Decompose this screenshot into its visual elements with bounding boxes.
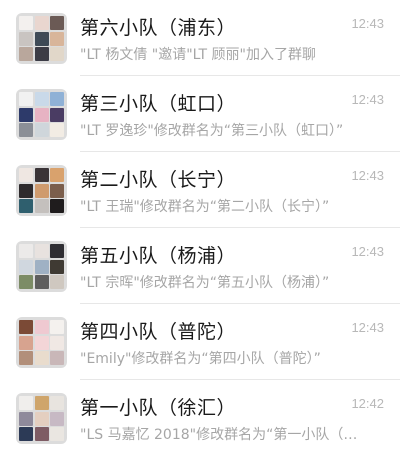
member-avatar-tile	[19, 199, 33, 213]
member-avatar-tile	[50, 244, 64, 258]
member-avatar-tile	[50, 427, 64, 441]
group-avatar	[16, 13, 67, 64]
member-avatar-tile	[19, 411, 33, 426]
member-avatar-tile	[50, 259, 64, 274]
member-avatar-tile	[34, 396, 49, 410]
member-avatar-tile	[34, 123, 49, 137]
group-avatar	[16, 393, 67, 444]
member-avatar-tile	[34, 92, 49, 106]
chat-time: 12:43	[351, 320, 384, 335]
chat-preview: "LT 王瑞"修改群名为“第二小队（长宁）”	[80, 199, 330, 215]
chat-time: 12:43	[351, 16, 384, 31]
member-avatar-tile	[19, 31, 33, 46]
member-avatar-tile	[50, 123, 64, 137]
chat-title: 第四小队（普陀）	[80, 321, 237, 343]
member-avatar-tile	[50, 31, 64, 46]
member-avatar-tile	[34, 259, 49, 274]
member-avatar-tile	[19, 275, 33, 289]
member-avatar-tile	[50, 320, 64, 334]
chat-time: 12:43	[351, 244, 384, 259]
chat-row[interactable]: 第三小队（虹口） 12:43 "LT 罗逸珍"修改群名为“第三小队（虹口）”	[0, 76, 400, 152]
member-avatar-tile	[50, 107, 64, 122]
member-avatar-tile	[19, 92, 33, 106]
member-avatar-tile	[19, 47, 33, 61]
chat-preview: "LT 罗逸珍"修改群名为“第三小队（虹口）”	[80, 123, 344, 139]
member-avatar-tile	[19, 183, 33, 198]
member-avatar-tile	[19, 396, 33, 410]
chat-row[interactable]: 第一小队（徐汇） 12:42 "LS 马嘉忆 2018"修改群名为“第一小队（…	[0, 380, 400, 456]
member-avatar-tile	[34, 31, 49, 46]
chat-row[interactable]: 第五小队（杨浦） 12:43 "LT 宗晖"修改群名为“第五小队（杨浦）”	[0, 228, 400, 304]
chat-title: 第一小队（徐汇）	[80, 397, 237, 419]
chat-list: 第六小队（浦东） 12:43 "LT 杨文倩 "邀请"LT 顾丽"加入了群聊 第…	[0, 0, 400, 456]
group-avatar	[16, 317, 67, 368]
member-avatar-tile	[19, 351, 33, 365]
chat-preview: "LT 杨文倩 "邀请"LT 顾丽"加入了群聊	[80, 47, 316, 63]
member-avatar-tile	[50, 92, 64, 106]
member-avatar-tile	[34, 351, 49, 365]
chat-title: 第二小队（长宁）	[80, 169, 237, 191]
member-avatar-tile	[19, 259, 33, 274]
member-avatar-tile	[34, 320, 49, 334]
group-avatar	[16, 165, 67, 216]
member-avatar-tile	[34, 199, 49, 213]
member-avatar-tile	[34, 335, 49, 350]
chat-row[interactable]: 第四小队（普陀） 12:43 "Emily"修改群名为“第四小队（普陀）”	[0, 304, 400, 380]
member-avatar-tile	[19, 123, 33, 137]
member-avatar-tile	[50, 199, 64, 213]
member-avatar-tile	[50, 16, 64, 30]
chat-time: 12:43	[351, 92, 384, 107]
member-avatar-tile	[34, 168, 49, 182]
member-avatar-tile	[19, 335, 33, 350]
member-avatar-tile	[34, 244, 49, 258]
chat-row[interactable]: 第六小队（浦东） 12:43 "LT 杨文倩 "邀请"LT 顾丽"加入了群聊	[0, 0, 400, 76]
member-avatar-tile	[19, 427, 33, 441]
chat-title: 第五小队（杨浦）	[80, 245, 237, 267]
member-avatar-tile	[50, 351, 64, 365]
member-avatar-tile	[34, 107, 49, 122]
chat-preview: "Emily"修改群名为“第四小队（普陀）”	[80, 351, 321, 367]
member-avatar-tile	[50, 275, 64, 289]
member-avatar-tile	[34, 275, 49, 289]
chat-preview: "LS 马嘉忆 2018"修改群名为“第一小队（…	[80, 427, 358, 443]
member-avatar-tile	[19, 107, 33, 122]
chat-title: 第六小队（浦东）	[80, 17, 237, 39]
group-avatar	[16, 241, 67, 292]
chat-time: 12:43	[351, 168, 384, 183]
member-avatar-tile	[50, 335, 64, 350]
group-avatar	[16, 89, 67, 140]
member-avatar-tile	[19, 16, 33, 30]
member-avatar-tile	[50, 183, 64, 198]
member-avatar-tile	[34, 183, 49, 198]
member-avatar-tile	[50, 168, 64, 182]
chat-preview: "LT 宗晖"修改群名为“第五小队（杨浦）”	[80, 275, 330, 291]
member-avatar-tile	[34, 411, 49, 426]
member-avatar-tile	[34, 427, 49, 441]
chat-row[interactable]: 第二小队（长宁） 12:43 "LT 王瑞"修改群名为“第二小队（长宁）”	[0, 152, 400, 228]
chat-title: 第三小队（虹口）	[80, 93, 237, 115]
member-avatar-tile	[34, 47, 49, 61]
member-avatar-tile	[50, 396, 64, 410]
chat-time: 12:42	[351, 396, 384, 411]
member-avatar-tile	[50, 47, 64, 61]
member-avatar-tile	[19, 168, 33, 182]
member-avatar-tile	[19, 320, 33, 334]
member-avatar-tile	[34, 16, 49, 30]
member-avatar-tile	[50, 411, 64, 426]
member-avatar-tile	[19, 244, 33, 258]
